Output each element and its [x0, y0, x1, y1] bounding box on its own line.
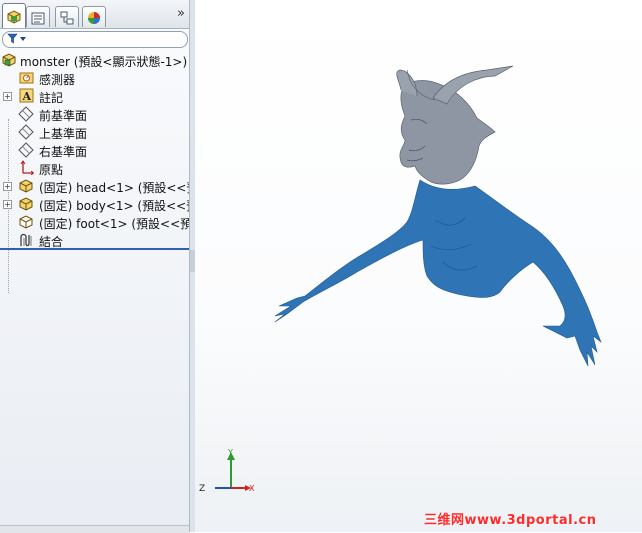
tree-root[interactable]: monster (預設<顯示狀態-1>)	[0, 51, 189, 69]
tree-item-origin[interactable]: 原點	[0, 159, 189, 177]
tree-item-front-plane[interactable]: 前基準面	[0, 105, 189, 123]
plane-icon	[18, 142, 34, 158]
sensor-folder-icon	[19, 72, 34, 84]
filter-dropdown-icon[interactable]	[20, 37, 26, 41]
tree-item-head[interactable]: + (固定) head<1> (預設<<預	[0, 177, 199, 195]
tree-item-label: (固定) foot<1> (預設<<預設	[39, 217, 205, 231]
property-manager-icon	[31, 12, 45, 25]
panel-tab-bar: »	[0, 0, 189, 29]
tree-item-label: 前基準面	[39, 109, 88, 123]
tree-item-label: (固定) head<1> (預設<<預	[39, 181, 199, 195]
origin-icon	[20, 160, 34, 175]
triad-x-label: X	[249, 484, 255, 493]
tree-item-label: 右基準面	[39, 145, 88, 159]
expand-icon[interactable]: +	[3, 200, 12, 209]
tree-item-label: 感測器	[39, 73, 76, 87]
annotations-icon: A	[19, 88, 34, 103]
tree-item-label: 註記	[39, 91, 64, 105]
tree-filter-input[interactable]	[2, 31, 188, 48]
assembly-icon	[2, 53, 16, 67]
feature-manager-icon	[7, 10, 21, 24]
tab-configuration-manager[interactable]	[55, 6, 79, 27]
expand-icon[interactable]: +	[3, 92, 12, 101]
plane-icon	[18, 124, 34, 140]
configuration-manager-icon	[60, 11, 74, 25]
filter-icon	[7, 33, 18, 44]
tree-item-foot[interactable]: (固定) foot<1> (預設<<預設	[0, 213, 204, 231]
tree-item-label: 上基準面	[39, 127, 88, 141]
tab-overflow-button[interactable]: »	[177, 6, 185, 21]
part-icon	[19, 197, 33, 211]
coordinate-triad: Y Z X	[199, 448, 255, 494]
feature-manager-panel: » monster (預設<顯示狀態-1>) 感測器 + A 註記 前基準面 上…	[0, 0, 204, 533]
svg-text:A: A	[22, 90, 32, 103]
feature-tree: monster (預設<顯示狀態-1>) 感測器 + A 註記 前基準面 上基準…	[0, 51, 204, 293]
tab-feature-manager[interactable]	[2, 3, 26, 28]
plane-icon	[18, 106, 34, 122]
appearance-manager-icon	[88, 12, 100, 24]
triad-z-label: Z	[199, 484, 205, 494]
expand-icon[interactable]: +	[3, 182, 12, 191]
tree-item-sensors[interactable]: 感測器	[0, 69, 189, 87]
part-icon	[19, 215, 33, 229]
tree-item-mates[interactable]: 結合	[0, 231, 189, 249]
tree-root-label: monster (預設<顯示狀態-1>)	[20, 55, 188, 69]
tree-item-label: 原點	[39, 163, 64, 177]
tree-item-annotations[interactable]: + A 註記	[0, 87, 189, 105]
tree-item-label: (固定) body<1> (預設<<預	[39, 199, 199, 213]
rollback-bar[interactable]	[0, 248, 189, 250]
triad-y-label: Y	[227, 448, 233, 457]
mates-icon	[20, 233, 32, 247]
tree-item-top-plane[interactable]: 上基準面	[0, 123, 189, 141]
site-watermark: 三维网www.3dportal.cn	[424, 513, 597, 528]
tree-item-body[interactable]: + (固定) body<1> (預設<<預	[0, 195, 198, 213]
tab-property-manager[interactable]	[26, 6, 50, 27]
tab-appearance-manager[interactable]	[82, 6, 106, 27]
graphics-viewport[interactable]: Y Z X	[195, 0, 642, 532]
part-icon	[19, 179, 33, 193]
tree-item-right-plane[interactable]: 右基準面	[0, 141, 189, 159]
